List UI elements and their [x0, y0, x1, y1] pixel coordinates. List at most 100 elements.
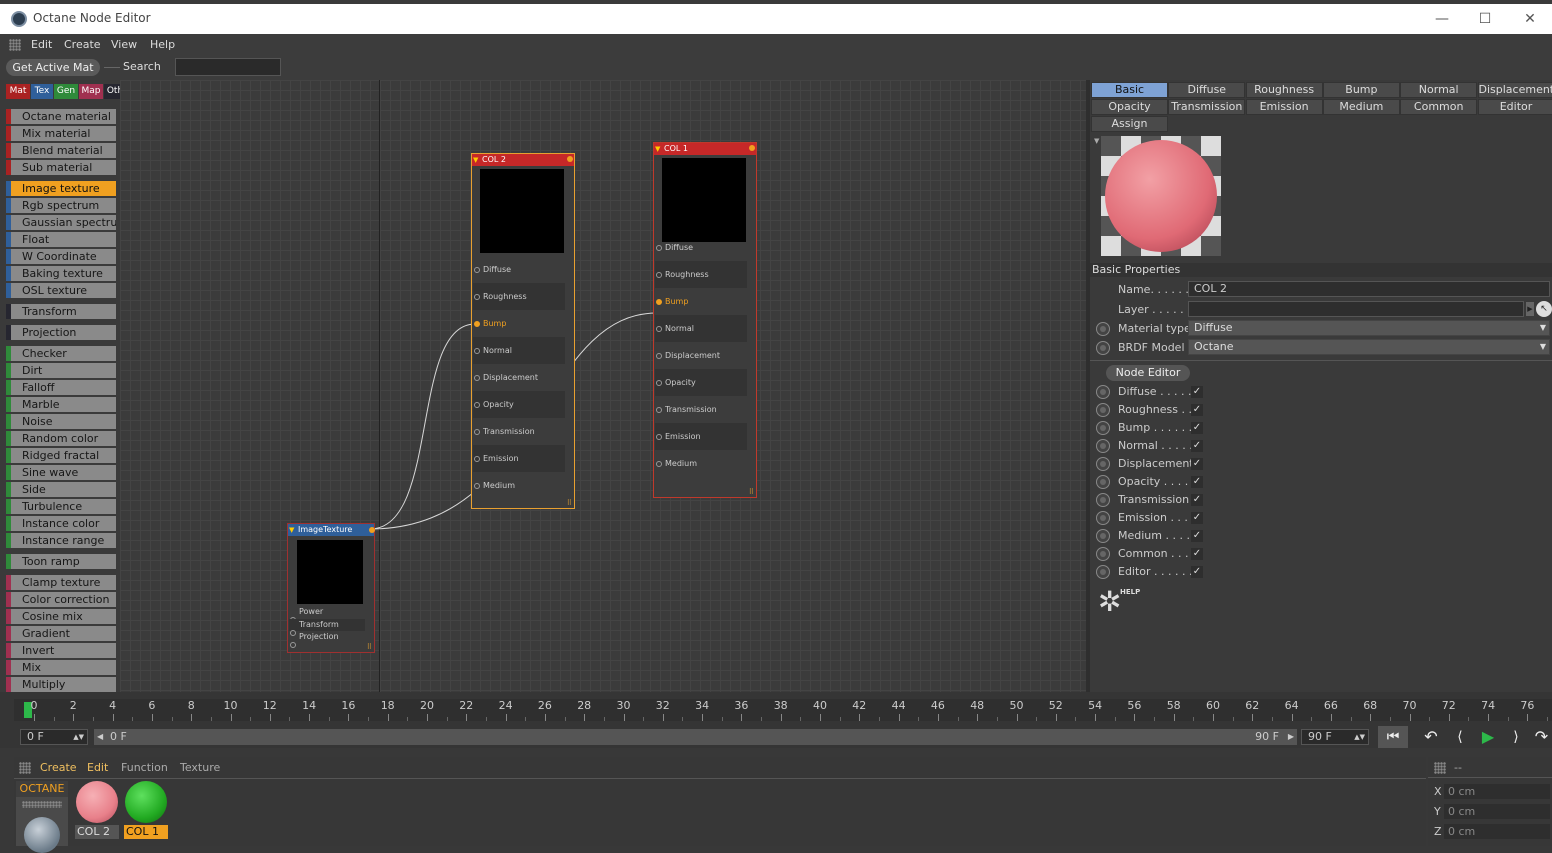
brdf-animate-icon[interactable]	[1096, 341, 1110, 355]
node-col1-title[interactable]: COL 1	[654, 143, 756, 155]
channel-animate-icon[interactable]	[1096, 511, 1110, 525]
node-pin-transmission[interactable]: Transmission	[473, 418, 565, 445]
tab-medium[interactable]: Medium	[1323, 99, 1400, 115]
node-pin-power[interactable]: Power	[289, 606, 365, 618]
node-pin-displacement[interactable]: Displacement	[655, 342, 747, 369]
help-label[interactable]: HELP	[1120, 588, 1140, 596]
coord-field-x[interactable]: 0 cm	[1444, 784, 1550, 799]
node-pin-emission[interactable]: Emission	[473, 445, 565, 472]
node-list-item-blend-material[interactable]: Blend material	[6, 143, 116, 158]
node-list-item-gaussian-spectrum[interactable]: Gaussian spectrum	[6, 215, 116, 230]
tab-displacement[interactable]: Displacement	[1478, 82, 1552, 98]
node-list-item-image-texture[interactable]: Image texture	[6, 181, 116, 196]
channel-animate-icon[interactable]	[1096, 529, 1110, 543]
grip-handle-icon[interactable]	[1434, 762, 1446, 774]
node-pin-bump[interactable]: Bump	[473, 310, 565, 337]
output-port-icon[interactable]	[567, 156, 573, 162]
node-list-item-rgb-spectrum[interactable]: Rgb spectrum	[6, 198, 116, 213]
material-col1-swatch[interactable]	[125, 781, 167, 823]
channel-enable-checkbox[interactable]: ✓	[1191, 422, 1203, 434]
node-list-item-checker[interactable]: Checker	[6, 346, 116, 361]
node-pin-transform[interactable]: Transform	[289, 619, 365, 631]
node-list-item-sine-wave[interactable]: Sine wave	[6, 465, 116, 480]
node-col1[interactable]: COL 1 ▼ DiffuseRoughnessBumpNormalDispla…	[653, 142, 757, 498]
category-filter-mat[interactable]: Mat	[6, 84, 30, 99]
maximize-button[interactable]: ☐	[1474, 9, 1496, 29]
channel-enable-checkbox[interactable]: ✓	[1191, 494, 1203, 506]
mm-menu-edit[interactable]: Edit	[87, 761, 108, 774]
end-frame-field[interactable]: 90 F ▲▼	[1301, 729, 1369, 745]
node-list-item-falloff[interactable]: Falloff	[6, 380, 116, 395]
node-pin-diffuse[interactable]: Diffuse	[655, 234, 747, 261]
grip-handle-icon[interactable]	[22, 801, 62, 808]
menu-create[interactable]: Create	[64, 38, 101, 51]
channel-enable-checkbox[interactable]: ✓	[1191, 458, 1203, 470]
channel-enable-checkbox[interactable]: ✓	[1191, 548, 1203, 560]
node-graph-canvas[interactable]: COL 2 ▼ DiffuseRoughnessBumpNormalDispla…	[120, 80, 1086, 692]
node-pin-emission[interactable]: Emission	[655, 423, 747, 450]
timeline-ruler[interactable]: 0246810121416182022242628303234363840424…	[14, 699, 1552, 721]
channel-animate-icon[interactable]	[1096, 475, 1110, 489]
node-list-item-octane-material[interactable]: Octane material	[6, 109, 116, 124]
next-key-icon[interactable]: ↷	[1531, 726, 1552, 748]
mm-menu-function[interactable]: Function	[121, 761, 168, 774]
node-list-item-multiply[interactable]: Multiply	[6, 677, 116, 692]
node-list-item-instance-color[interactable]: Instance color	[6, 516, 116, 531]
channel-animate-icon[interactable]	[1096, 457, 1110, 471]
channel-animate-icon[interactable]	[1096, 493, 1110, 507]
node-editor-button[interactable]: Node Editor	[1106, 365, 1190, 381]
channel-animate-icon[interactable]	[1096, 385, 1110, 399]
material-col2-swatch[interactable]	[76, 781, 118, 823]
material-type-animate-icon[interactable]	[1096, 322, 1110, 336]
menu-help[interactable]: Help	[150, 38, 175, 51]
material-col1-label[interactable]: COL 1	[124, 825, 168, 839]
tab-normal[interactable]: Normal	[1400, 82, 1477, 98]
previous-key-icon[interactable]: ↶	[1418, 726, 1444, 748]
node-list-item-osl-texture[interactable]: OSL texture	[6, 283, 116, 298]
channel-animate-icon[interactable]	[1096, 547, 1110, 561]
node-pin-opacity[interactable]: Opacity	[655, 369, 747, 396]
node-pin-bump[interactable]: Bump	[655, 288, 747, 315]
node-pin-medium[interactable]: Medium	[473, 472, 565, 499]
node-list-item-color-correction[interactable]: Color correction	[6, 592, 116, 607]
output-port-icon[interactable]	[369, 527, 375, 533]
node-list-item-mix[interactable]: Mix	[6, 660, 116, 675]
step-back-icon[interactable]: ⟨	[1447, 726, 1473, 748]
stepper-arrows-icon[interactable]: ▲▼	[1354, 730, 1365, 744]
coord-field-y[interactable]: 0 cm	[1444, 804, 1550, 819]
resize-handle-icon[interactable]: ⠿	[749, 488, 754, 496]
material-col2-label[interactable]: COL 2	[75, 825, 119, 839]
tab-transmission[interactable]: Transmission	[1168, 99, 1245, 115]
node-pin-diffuse[interactable]: Diffuse	[473, 256, 565, 283]
category-filter-map[interactable]: Map	[79, 84, 103, 99]
channel-animate-icon[interactable]	[1096, 421, 1110, 435]
tab-basic[interactable]: Basic	[1091, 82, 1168, 98]
layer-arrow-icon[interactable]: ▶	[1526, 302, 1534, 316]
node-pin-opacity[interactable]: Opacity	[473, 391, 565, 418]
node-list-item-ridged-fractal[interactable]: Ridged fractal	[6, 448, 116, 463]
node-list-item-w-coordinate[interactable]: W Coordinate	[6, 249, 116, 264]
tab-bump[interactable]: Bump	[1323, 82, 1400, 98]
node-list-item-cosine-mix[interactable]: Cosine mix	[6, 609, 116, 624]
tab-diffuse[interactable]: Diffuse	[1168, 82, 1245, 98]
category-filter-tex[interactable]: Tex	[31, 84, 53, 99]
channel-animate-icon[interactable]	[1096, 403, 1110, 417]
node-list-item-projection[interactable]: Projection	[6, 325, 116, 340]
tab-assign[interactable]: Assign	[1091, 116, 1168, 132]
category-filter-gen[interactable]: Gen	[54, 84, 78, 99]
tab-common[interactable]: Common	[1400, 99, 1477, 115]
node-image-texture[interactable]: ImageTexture ▼ PowerTransformProjection …	[287, 523, 375, 653]
search-input[interactable]	[175, 58, 281, 76]
node-list-item-marble[interactable]: Marble	[6, 397, 116, 412]
grip-handle-icon[interactable]	[9, 39, 21, 51]
channel-enable-checkbox[interactable]: ✓	[1191, 440, 1203, 452]
mm-menu-create[interactable]: Create	[40, 761, 77, 774]
channel-enable-checkbox[interactable]: ✓	[1191, 476, 1203, 488]
collapse-arrow-icon[interactable]: ▼	[655, 145, 660, 153]
tab-editor[interactable]: Editor	[1478, 99, 1552, 115]
brdf-select[interactable]: Octane ▼	[1188, 339, 1550, 355]
octane-filter-tab[interactable]: OCTANE	[16, 781, 68, 797]
range-slider[interactable]: ◀ 0 F 90 F ▶	[94, 729, 1297, 745]
tab-emission[interactable]: Emission	[1246, 99, 1323, 115]
step-forward-icon[interactable]: ⟩	[1503, 726, 1529, 748]
